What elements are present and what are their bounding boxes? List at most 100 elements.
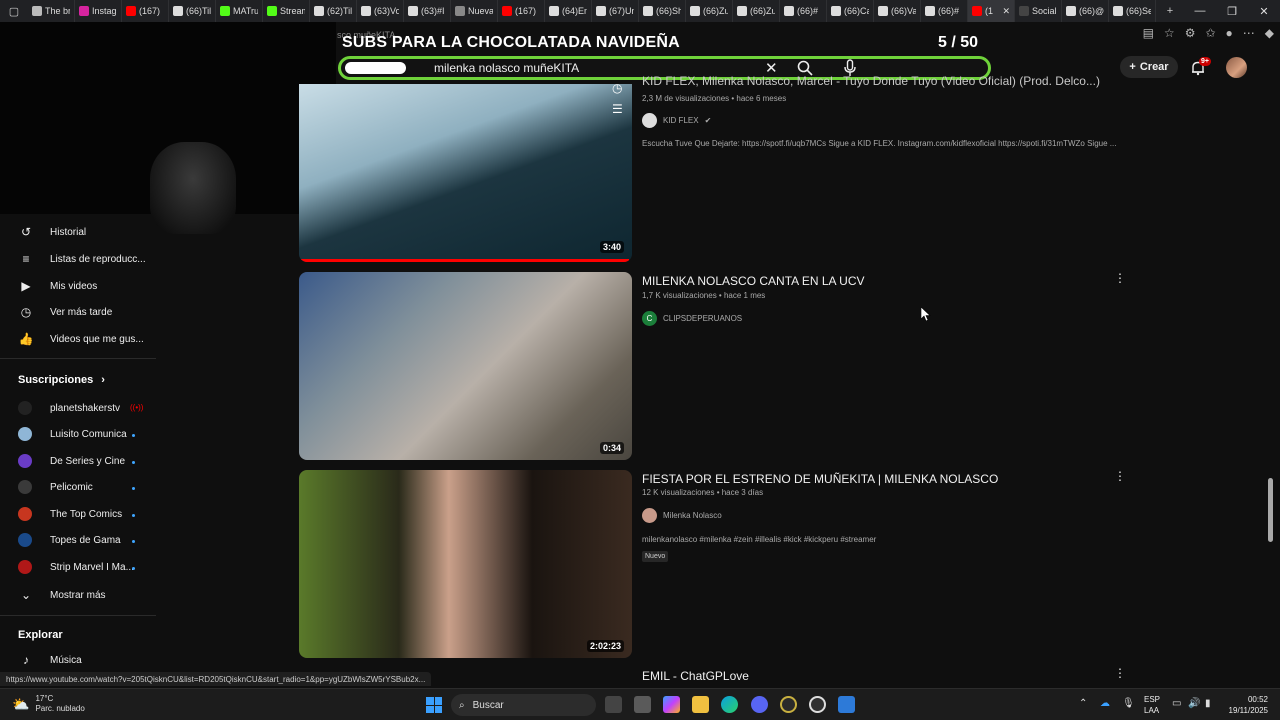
favorite-star-icon[interactable]: ☆ [1164, 26, 1175, 40]
browser-tab[interactable]: (66)Se [1109, 0, 1156, 22]
new-tab-button[interactable]: + [1156, 0, 1184, 22]
create-button[interactable]: + Crear [1120, 56, 1178, 78]
browser-tab[interactable]: (66)Zu [686, 0, 733, 22]
browser-tab[interactable]: (66)Sh [639, 0, 686, 22]
browser-tab[interactable]: (167) [498, 0, 545, 22]
file-explorer-icon[interactable] [692, 696, 709, 713]
account-avatar[interactable] [1226, 57, 1247, 78]
minimize-button[interactable]: — [1184, 0, 1216, 22]
browser-tab[interactable]: Stream [263, 0, 310, 22]
more-menu-icon[interactable]: ⋯ [1243, 26, 1255, 40]
browser-tab[interactable]: Nueva [451, 0, 498, 22]
close-window-button[interactable]: ✕ [1248, 0, 1280, 22]
collections-icon[interactable]: ✩ [1205, 26, 1215, 40]
browser-tab[interactable]: (66)Ca [827, 0, 874, 22]
browser-tab[interactable]: (66)Va [874, 0, 921, 22]
reading-view-icon[interactable]: ▤ [1143, 26, 1154, 40]
edge-browser-icon[interactable] [721, 696, 738, 713]
add-to-queue-icon[interactable]: ☰ [612, 102, 623, 116]
sidebar-item[interactable]: ▶ Mis videos [18, 278, 97, 294]
sidebar-item[interactable]: ◷ Ver más tarde [18, 304, 113, 320]
input-language[interactable]: ESP LAA [1144, 694, 1160, 716]
browser-tab[interactable]: Instag [75, 0, 122, 22]
channel-link[interactable]: KID FLEX ✔ [642, 113, 711, 128]
tab-favicon-icon [784, 6, 794, 16]
tab-actions-icon[interactable]: ▢ [0, 0, 28, 22]
video-title[interactable]: KID FLEX, Milenka Nolasco, Marcel - Tuyo… [642, 74, 1100, 88]
video-title[interactable]: FIESTA POR EL ESTRENO DE MUÑEKITA | MILE… [642, 472, 998, 486]
maximize-button[interactable]: ❐ [1216, 0, 1248, 22]
tab-label: (64)En [562, 6, 587, 16]
profile-icon[interactable]: ● [1226, 26, 1233, 40]
app-icon-blue[interactable] [838, 696, 855, 713]
explore-heading: Explorar [18, 629, 63, 641]
search-input[interactable]: milenka nolasco muñeKITA [434, 61, 579, 75]
browser-tab[interactable]: MATru [216, 0, 263, 22]
obs-icon[interactable] [809, 696, 826, 713]
sidebar-item-label: Ver más tarde [50, 306, 113, 318]
sidebar-subscription[interactable]: Topes de Gama [18, 533, 121, 547]
browser-tab[interactable]: (62)Til [310, 0, 357, 22]
show-more-button[interactable]: ⌄ Mostrar más [18, 587, 106, 603]
subscriptions-heading[interactable]: Suscripciones › [18, 374, 105, 386]
channel-link[interactable]: Milenka Nolasco [642, 508, 722, 523]
tab-label: (66)Ca [844, 6, 869, 16]
watch-later-icon[interactable]: ◷ [612, 81, 622, 95]
sidebar-subscription[interactable]: De Series y Cine [18, 454, 125, 468]
browser-tab[interactable]: (64)En [545, 0, 592, 22]
browser-tab[interactable]: The br [28, 0, 75, 22]
sidebar-subscription[interactable]: Pelicomic [18, 480, 93, 494]
mic-tray-icon[interactable]: 🎙 [1122, 698, 1135, 709]
onedrive-icon[interactable]: ☁ [1100, 698, 1110, 709]
sidebar-item[interactable]: ≡ Listas de reproducc... [18, 251, 145, 267]
task-view-icon[interactable] [605, 696, 622, 713]
sidebar-subscription[interactable]: Luisito Comunica [18, 427, 127, 441]
network-icon[interactable]: ▭ [1172, 698, 1181, 709]
browser-tab[interactable]: (66)# [921, 0, 968, 22]
store-icon[interactable] [634, 696, 651, 713]
sidebar-subscription[interactable]: The Top Comics [18, 507, 122, 521]
windows-start-icon[interactable] [426, 697, 442, 713]
tab-favicon-icon [79, 6, 89, 16]
tray-overflow-icon[interactable]: ⌃ [1079, 698, 1087, 709]
sidebar-item-explore[interactable]: ♪ Música [18, 652, 82, 668]
video-title[interactable]: EMIL - ChatGPLove [642, 669, 749, 683]
extensions-icon[interactable]: ⚙ [1185, 26, 1196, 40]
channel-link[interactable]: C CLIPSDEPERUANOS [642, 311, 742, 326]
page-scrollbar[interactable] [1268, 478, 1273, 542]
browser-tab[interactable]: (63)#I [404, 0, 451, 22]
browser-tab[interactable]: (63)Vo [357, 0, 404, 22]
browser-tab[interactable]: Social [1015, 0, 1062, 22]
browser-tab[interactable]: (66)# [780, 0, 827, 22]
video-thumbnail[interactable]: 3:40 [299, 84, 632, 262]
browser-tab[interactable]: (67)Un [592, 0, 639, 22]
copilot-icon[interactable]: ◆ [1265, 26, 1274, 40]
video-thumbnail[interactable]: 0:34 [299, 272, 632, 460]
tab-favicon-icon [878, 6, 888, 16]
tab-favicon-icon [1113, 6, 1123, 16]
browser-tab[interactable]: (1 ✕ [968, 0, 1015, 22]
close-tab-icon[interactable]: ✕ [1002, 6, 1010, 17]
more-actions-icon[interactable]: ⋮ [1114, 667, 1126, 679]
taskbar-search[interactable]: ⌕ Buscar [451, 694, 596, 716]
sidebar-subscription[interactable]: Strip Marvel I Ma... [18, 560, 134, 574]
volume-icon[interactable]: 🔊 [1188, 698, 1200, 709]
new-badge: Nuevo [642, 551, 669, 562]
browser-tab[interactable]: (167) [122, 0, 169, 22]
weather-widget[interactable]: ⛅ 17°C Parc. nublado [12, 694, 85, 714]
copilot-app-icon[interactable] [663, 696, 680, 713]
browser-tab[interactable]: (66)Til [169, 0, 216, 22]
sidebar-subscription[interactable]: planetshakerstv [18, 401, 120, 415]
more-actions-icon[interactable]: ⋮ [1114, 272, 1126, 284]
sidebar-item[interactable]: ↺ Historial [18, 224, 86, 240]
video-title[interactable]: MILENKA NOLASCO CANTA EN LA UCV [642, 274, 865, 288]
system-clock[interactable]: 00:52 19/11/2025 [1228, 694, 1268, 716]
browser-tab[interactable]: (66)@ [1062, 0, 1109, 22]
video-thumbnail[interactable]: 2:02:23 [299, 470, 632, 658]
battery-icon[interactable]: ▮ [1205, 698, 1211, 709]
sidebar-item[interactable]: 👍 Videos que me gus... [18, 331, 144, 347]
more-actions-icon[interactable]: ⋮ [1114, 470, 1126, 482]
browser-tab[interactable]: (66)Zu [733, 0, 780, 22]
discord-icon[interactable] [751, 696, 768, 713]
app-icon-green[interactable] [780, 696, 797, 713]
